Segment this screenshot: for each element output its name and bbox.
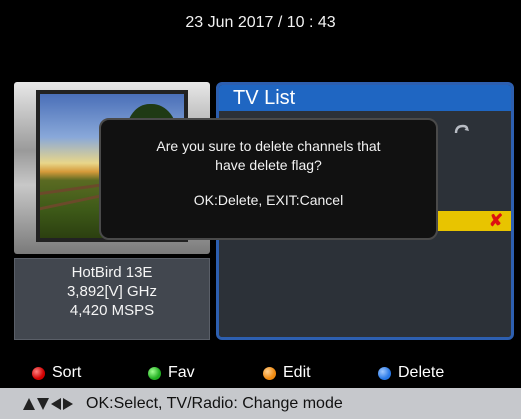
edit-label: Edit xyxy=(283,364,311,381)
fav-key[interactable]: Fav xyxy=(148,364,195,382)
satellite-name: HotBird 13E xyxy=(71,264,153,281)
navigation-arrows-icon xyxy=(22,397,74,411)
footer-hint-bar: OK:Select, TV/Radio: Change mode xyxy=(0,388,521,419)
symbol-rate: 4,420 MSPS xyxy=(69,302,155,319)
sort-label: Sort xyxy=(52,364,82,381)
dialog-message: Are you sure to delete channels that hav… xyxy=(156,138,381,173)
footer-hint-text: OK:Select, TV/Radio: Change mode xyxy=(86,395,343,412)
undo-icon xyxy=(454,124,469,134)
fav-label: Fav xyxy=(168,364,195,381)
blue-button-icon xyxy=(378,366,391,380)
delete-flag-icon: ✘ xyxy=(488,211,504,230)
edit-key[interactable]: Edit xyxy=(263,364,311,382)
confirm-delete-dialog: Are you sure to delete channels that hav… xyxy=(99,118,438,240)
date-time: 23 Jun 2017 / 10 : 43 xyxy=(185,14,336,31)
color-key-bar: Sort Fav Edit Delete xyxy=(0,364,521,386)
orange-button-icon xyxy=(263,366,276,380)
sort-key[interactable]: Sort xyxy=(32,364,81,382)
tv-list-title: TV List xyxy=(219,85,511,111)
dialog-hint: OK:Delete, EXIT:Cancel xyxy=(193,192,344,208)
delete-label: Delete xyxy=(398,364,445,381)
transponder-frequency: 3,892[V] GHz xyxy=(66,283,158,300)
green-button-icon xyxy=(148,366,161,380)
satellite-info: HotBird 13E 3,892[V] GHz 4,420 MSPS xyxy=(14,258,210,340)
delete-key[interactable]: Delete xyxy=(378,364,444,382)
red-button-icon xyxy=(32,366,45,380)
